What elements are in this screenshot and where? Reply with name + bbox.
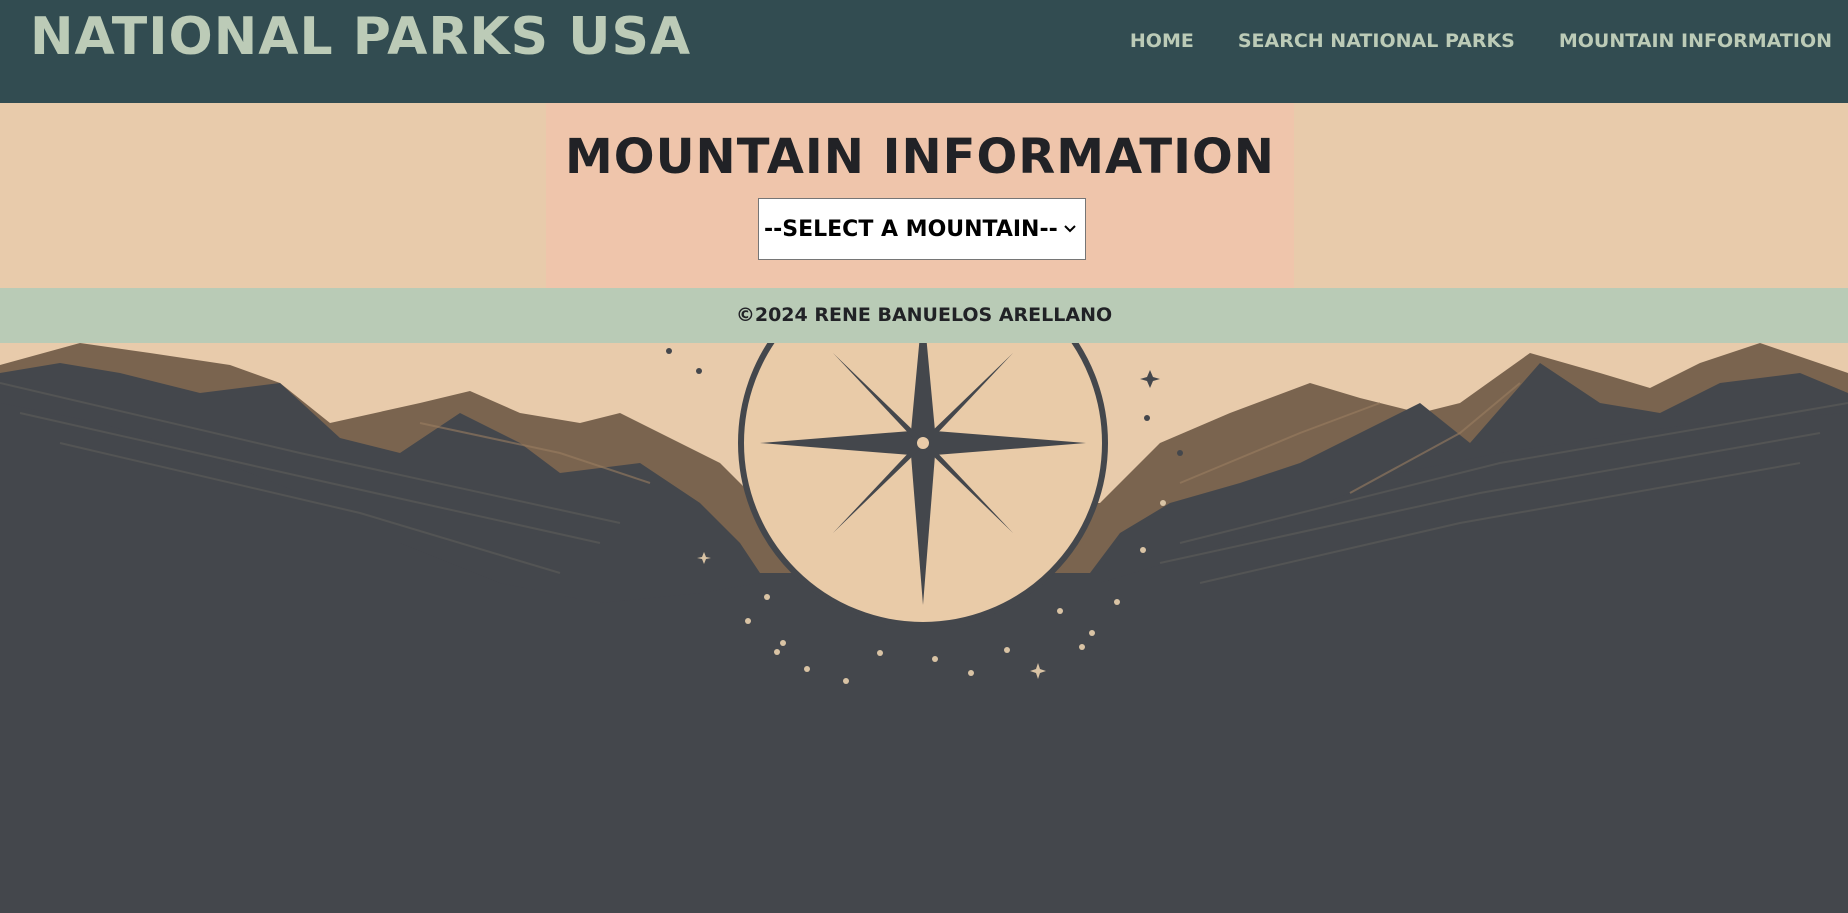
mountain-select-value: --SELECT A MOUNTAIN--	[764, 216, 1058, 242]
hero-illustration	[0, 343, 1848, 913]
copyright-text: ©2024 RENE BANUELOS ARELLANO	[735, 304, 1113, 326]
content-band: MOUNTAIN INFORMATION --SELECT A MOUNTAIN…	[0, 103, 1848, 288]
nav-link-search-national-parks[interactable]: SEARCH NATIONAL PARKS	[1238, 26, 1515, 56]
nav-link-home[interactable]: HOME	[1130, 26, 1194, 56]
mountain-select[interactable]: --SELECT A MOUNTAIN--	[758, 198, 1086, 260]
main-nav: HOME SEARCH NATIONAL PARKS MOUNTAIN INFO…	[1130, 26, 1832, 56]
site-header: NATIONAL PARKS USA HOME SEARCH NATIONAL …	[0, 0, 1848, 103]
nav-link-mountain-information[interactable]: MOUNTAIN INFORMATION	[1559, 26, 1832, 56]
chevron-down-icon	[1064, 225, 1076, 233]
site-footer: ©2024 RENE BANUELOS ARELLANO	[0, 288, 1848, 343]
mountain-panel: MOUNTAIN INFORMATION --SELECT A MOUNTAIN…	[546, 103, 1294, 288]
page-title: MOUNTAIN INFORMATION	[565, 129, 1275, 185]
site-title: NATIONAL PARKS USA	[30, 7, 692, 67]
